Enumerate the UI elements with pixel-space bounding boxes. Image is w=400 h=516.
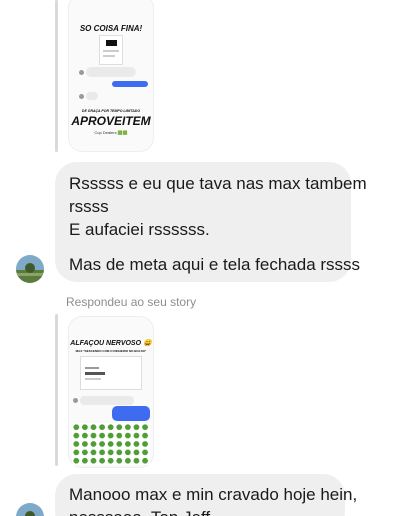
story-mini-bubble bbox=[80, 396, 134, 405]
story-mini-bubble bbox=[86, 92, 98, 100]
story-preview-1[interactable]: SO COISA FINA! DE GRAÇA POR TEMPO LIMITA… bbox=[68, 0, 154, 152]
message-line: Mas de meta aqui e tela fechada rssss bbox=[69, 255, 361, 274]
story-reply-bar-1 bbox=[55, 0, 58, 152]
story-reply-bar-2 bbox=[55, 314, 58, 466]
story-preview-2[interactable]: ALFAÇOU NERVOSO 😄 MAX "DESCENDO COM O DI… bbox=[68, 316, 154, 468]
story-mini-sent-bubble bbox=[112, 406, 150, 421]
story-mini-avatar bbox=[79, 70, 84, 75]
story-green-grid bbox=[72, 423, 150, 465]
story-credit: Cup Dealers 🟩🟩 bbox=[94, 130, 128, 135]
message-line: Manooo max e min cravado hoje hein, bbox=[69, 485, 358, 504]
story-headline: SO COISA FINA! bbox=[79, 24, 143, 33]
message-line bbox=[69, 241, 337, 253]
story-mini-sent-bubble bbox=[112, 81, 148, 87]
story-footer-big: APROVEITEM bbox=[71, 114, 151, 128]
message-line: nosssaaa. Top Jeff bbox=[69, 506, 331, 516]
message-line: Rsssss e eu que tava nas max tambem bbox=[69, 174, 367, 193]
message-bubble[interactable]: Rsssss e eu que tava nas max tambem rsss… bbox=[55, 162, 367, 282]
story-mini-avatar bbox=[73, 398, 78, 403]
message-bubble[interactable]: Manooo max e min cravado hoje hein, noss… bbox=[55, 474, 358, 516]
story-subline: MAX "DESCENDO COM O DINHEIRO NO BOLSO" bbox=[75, 349, 147, 353]
story-headline: ALFAÇOU NERVOSO 😄 bbox=[70, 340, 152, 347]
reply-label: Respondeu ao seu story bbox=[66, 295, 197, 309]
message-line: E aufaciei rssssss. bbox=[69, 220, 210, 239]
sender-avatar[interactable] bbox=[16, 255, 44, 283]
story-screenshot-thumb bbox=[80, 356, 142, 390]
story-screenshot-thumb bbox=[99, 35, 123, 65]
message-line: rssss bbox=[69, 197, 109, 216]
story-mini-bubble bbox=[86, 67, 136, 77]
sender-avatar[interactable] bbox=[16, 503, 44, 516]
story-mini-avatar bbox=[79, 94, 84, 99]
story-footer-small: DE GRAÇA POR TEMPO LIMITADO bbox=[81, 109, 141, 113]
